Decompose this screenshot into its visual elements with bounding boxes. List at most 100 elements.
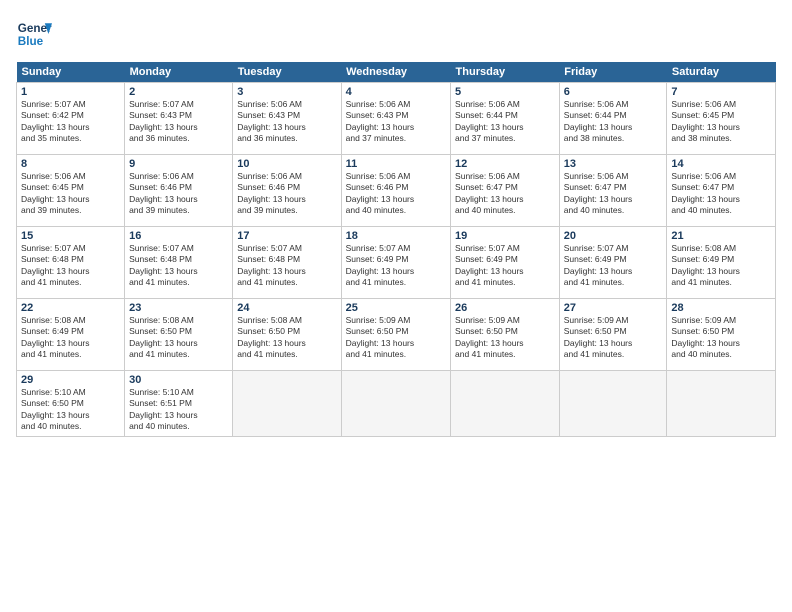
- calendar-cell: 23Sunrise: 5:08 AMSunset: 6:50 PMDayligh…: [125, 299, 233, 371]
- day-number: 18: [346, 230, 446, 242]
- calendar-week-1: 1Sunrise: 5:07 AMSunset: 6:42 PMDaylight…: [17, 83, 776, 155]
- calendar-cell: 28Sunrise: 5:09 AMSunset: 6:50 PMDayligh…: [667, 299, 776, 371]
- calendar-cell: 27Sunrise: 5:09 AMSunset: 6:50 PMDayligh…: [559, 299, 667, 371]
- cell-sun-info: Sunrise: 5:07 AMSunset: 6:49 PMDaylight:…: [564, 243, 663, 289]
- calendar-cell: 12Sunrise: 5:06 AMSunset: 6:47 PMDayligh…: [451, 155, 560, 227]
- day-number: 15: [21, 230, 120, 242]
- day-number: 17: [237, 230, 336, 242]
- day-number: 6: [564, 86, 663, 98]
- day-number: 8: [21, 158, 120, 170]
- day-number: 13: [564, 158, 663, 170]
- day-number: 5: [455, 86, 555, 98]
- cell-sun-info: Sunrise: 5:08 AMSunset: 6:50 PMDaylight:…: [129, 315, 228, 361]
- cell-sun-info: Sunrise: 5:06 AMSunset: 6:47 PMDaylight:…: [564, 171, 663, 217]
- cell-sun-info: Sunrise: 5:06 AMSunset: 6:47 PMDaylight:…: [455, 171, 555, 217]
- cell-sun-info: Sunrise: 5:07 AMSunset: 6:48 PMDaylight:…: [21, 243, 120, 289]
- calendar-cell: 6Sunrise: 5:06 AMSunset: 6:44 PMDaylight…: [559, 83, 667, 155]
- logo: General Blue: [16, 16, 52, 52]
- day-number: 27: [564, 302, 663, 314]
- calendar-week-5: 29Sunrise: 5:10 AMSunset: 6:50 PMDayligh…: [17, 371, 776, 437]
- calendar-header-monday: Monday: [125, 62, 233, 83]
- calendar-cell: 29Sunrise: 5:10 AMSunset: 6:50 PMDayligh…: [17, 371, 125, 437]
- cell-sun-info: Sunrise: 5:06 AMSunset: 6:43 PMDaylight:…: [346, 99, 446, 145]
- day-number: 21: [671, 230, 771, 242]
- calendar-week-2: 8Sunrise: 5:06 AMSunset: 6:45 PMDaylight…: [17, 155, 776, 227]
- header: General Blue: [16, 16, 776, 52]
- cell-sun-info: Sunrise: 5:06 AMSunset: 6:46 PMDaylight:…: [129, 171, 228, 217]
- calendar-cell: 4Sunrise: 5:06 AMSunset: 6:43 PMDaylight…: [341, 83, 450, 155]
- day-number: 23: [129, 302, 228, 314]
- cell-sun-info: Sunrise: 5:06 AMSunset: 6:46 PMDaylight:…: [346, 171, 446, 217]
- day-number: 12: [455, 158, 555, 170]
- calendar-cell: 17Sunrise: 5:07 AMSunset: 6:48 PMDayligh…: [233, 227, 341, 299]
- cell-sun-info: Sunrise: 5:06 AMSunset: 6:43 PMDaylight:…: [237, 99, 336, 145]
- calendar-cell: 21Sunrise: 5:08 AMSunset: 6:49 PMDayligh…: [667, 227, 776, 299]
- cell-sun-info: Sunrise: 5:07 AMSunset: 6:48 PMDaylight:…: [237, 243, 336, 289]
- day-number: 29: [21, 374, 120, 386]
- cell-sun-info: Sunrise: 5:06 AMSunset: 6:45 PMDaylight:…: [671, 99, 771, 145]
- day-number: 16: [129, 230, 228, 242]
- cell-sun-info: Sunrise: 5:09 AMSunset: 6:50 PMDaylight:…: [346, 315, 446, 361]
- day-number: 2: [129, 86, 228, 98]
- day-number: 14: [671, 158, 771, 170]
- day-number: 9: [129, 158, 228, 170]
- calendar-header-friday: Friday: [559, 62, 667, 83]
- cell-sun-info: Sunrise: 5:07 AMSunset: 6:49 PMDaylight:…: [346, 243, 446, 289]
- calendar-cell: 25Sunrise: 5:09 AMSunset: 6:50 PMDayligh…: [341, 299, 450, 371]
- day-number: 25: [346, 302, 446, 314]
- calendar-cell: 11Sunrise: 5:06 AMSunset: 6:46 PMDayligh…: [341, 155, 450, 227]
- calendar-cell: 13Sunrise: 5:06 AMSunset: 6:47 PMDayligh…: [559, 155, 667, 227]
- calendar-cell: 2Sunrise: 5:07 AMSunset: 6:43 PMDaylight…: [125, 83, 233, 155]
- calendar-cell: 7Sunrise: 5:06 AMSunset: 6:45 PMDaylight…: [667, 83, 776, 155]
- calendar-cell: 16Sunrise: 5:07 AMSunset: 6:48 PMDayligh…: [125, 227, 233, 299]
- calendar-week-3: 15Sunrise: 5:07 AMSunset: 6:48 PMDayligh…: [17, 227, 776, 299]
- calendar-cell: [233, 371, 341, 437]
- calendar-cell: 18Sunrise: 5:07 AMSunset: 6:49 PMDayligh…: [341, 227, 450, 299]
- calendar-cell: 10Sunrise: 5:06 AMSunset: 6:46 PMDayligh…: [233, 155, 341, 227]
- cell-sun-info: Sunrise: 5:08 AMSunset: 6:50 PMDaylight:…: [237, 315, 336, 361]
- day-number: 19: [455, 230, 555, 242]
- cell-sun-info: Sunrise: 5:10 AMSunset: 6:50 PMDaylight:…: [21, 387, 120, 433]
- calendar-cell: 24Sunrise: 5:08 AMSunset: 6:50 PMDayligh…: [233, 299, 341, 371]
- calendar-header-wednesday: Wednesday: [341, 62, 450, 83]
- cell-sun-info: Sunrise: 5:06 AMSunset: 6:45 PMDaylight:…: [21, 171, 120, 217]
- calendar-header-tuesday: Tuesday: [233, 62, 341, 83]
- day-number: 4: [346, 86, 446, 98]
- calendar-cell: 30Sunrise: 5:10 AMSunset: 6:51 PMDayligh…: [125, 371, 233, 437]
- calendar-cell: 15Sunrise: 5:07 AMSunset: 6:48 PMDayligh…: [17, 227, 125, 299]
- cell-sun-info: Sunrise: 5:06 AMSunset: 6:44 PMDaylight:…: [455, 99, 555, 145]
- calendar-cell: [559, 371, 667, 437]
- day-number: 11: [346, 158, 446, 170]
- cell-sun-info: Sunrise: 5:07 AMSunset: 6:42 PMDaylight:…: [21, 99, 120, 145]
- calendar-cell: 9Sunrise: 5:06 AMSunset: 6:46 PMDaylight…: [125, 155, 233, 227]
- day-number: 24: [237, 302, 336, 314]
- day-number: 20: [564, 230, 663, 242]
- calendar-cell: 14Sunrise: 5:06 AMSunset: 6:47 PMDayligh…: [667, 155, 776, 227]
- cell-sun-info: Sunrise: 5:07 AMSunset: 6:49 PMDaylight:…: [455, 243, 555, 289]
- day-number: 7: [671, 86, 771, 98]
- calendar-cell: 8Sunrise: 5:06 AMSunset: 6:45 PMDaylight…: [17, 155, 125, 227]
- calendar-cell: [667, 371, 776, 437]
- calendar-cell: 20Sunrise: 5:07 AMSunset: 6:49 PMDayligh…: [559, 227, 667, 299]
- calendar-cell: 26Sunrise: 5:09 AMSunset: 6:50 PMDayligh…: [451, 299, 560, 371]
- cell-sun-info: Sunrise: 5:10 AMSunset: 6:51 PMDaylight:…: [129, 387, 228, 433]
- cell-sun-info: Sunrise: 5:07 AMSunset: 6:48 PMDaylight:…: [129, 243, 228, 289]
- day-number: 10: [237, 158, 336, 170]
- day-number: 26: [455, 302, 555, 314]
- cell-sun-info: Sunrise: 5:06 AMSunset: 6:44 PMDaylight:…: [564, 99, 663, 145]
- day-number: 30: [129, 374, 228, 386]
- calendar-cell: 5Sunrise: 5:06 AMSunset: 6:44 PMDaylight…: [451, 83, 560, 155]
- calendar-cell: 3Sunrise: 5:06 AMSunset: 6:43 PMDaylight…: [233, 83, 341, 155]
- calendar-cell: 1Sunrise: 5:07 AMSunset: 6:42 PMDaylight…: [17, 83, 125, 155]
- calendar-cell: [451, 371, 560, 437]
- svg-text:Blue: Blue: [18, 35, 44, 48]
- cell-sun-info: Sunrise: 5:08 AMSunset: 6:49 PMDaylight:…: [671, 243, 771, 289]
- calendar-cell: 22Sunrise: 5:08 AMSunset: 6:49 PMDayligh…: [17, 299, 125, 371]
- calendar-header-sunday: Sunday: [17, 62, 125, 83]
- cell-sun-info: Sunrise: 5:09 AMSunset: 6:50 PMDaylight:…: [671, 315, 771, 361]
- calendar-header-row: SundayMondayTuesdayWednesdayThursdayFrid…: [17, 62, 776, 83]
- day-number: 3: [237, 86, 336, 98]
- cell-sun-info: Sunrise: 5:09 AMSunset: 6:50 PMDaylight:…: [564, 315, 663, 361]
- calendar-week-4: 22Sunrise: 5:08 AMSunset: 6:49 PMDayligh…: [17, 299, 776, 371]
- day-number: 22: [21, 302, 120, 314]
